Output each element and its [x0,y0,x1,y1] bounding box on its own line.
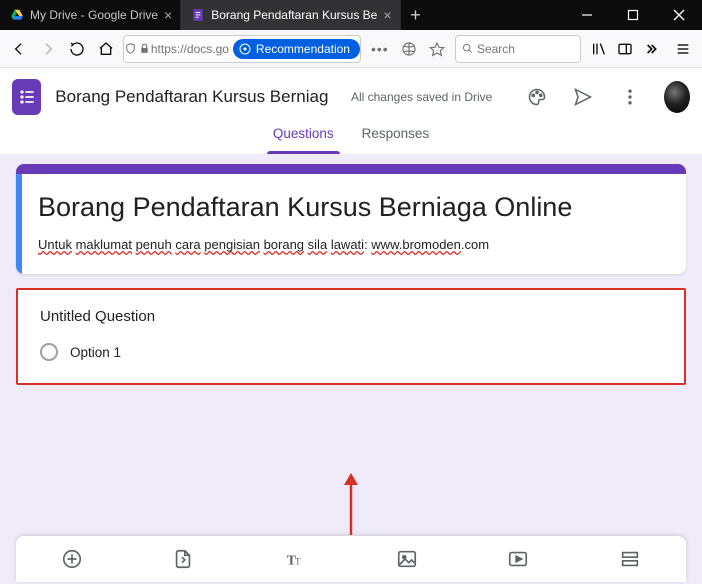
window-controls [564,0,702,30]
browser-tab-drive[interactable]: My Drive - Google Drive × [0,0,181,30]
radio-icon [40,343,58,361]
home-button[interactable] [94,35,119,63]
theme-button[interactable] [520,77,553,117]
add-title-button[interactable]: TT [275,539,315,579]
recommendation-pill[interactable]: Recommendation [233,39,360,59]
toolbar-end [591,41,659,57]
option-row[interactable]: Option 1 [40,343,662,361]
active-card-indicator [16,174,22,274]
close-icon[interactable]: × [383,7,391,23]
search-input[interactable] [477,42,574,56]
browser-titlebar: My Drive - Google Drive × Borang Pendaft… [0,0,702,30]
library-icon[interactable] [591,41,607,57]
minimize-button[interactable] [564,0,610,30]
question-toolbar: TT [16,536,686,582]
annotation-arrow [341,473,361,544]
add-question-button[interactable] [52,539,92,579]
bookmark-star-icon[interactable] [429,41,445,57]
overflow-icon[interactable] [643,41,659,57]
browser-tab-label: My Drive - Google Drive [30,8,158,22]
svg-text:T: T [295,557,301,567]
drive-icon [10,8,24,22]
reader-icon[interactable] [401,41,417,57]
search-icon [462,42,473,55]
app-menu-button[interactable] [671,41,696,57]
back-button[interactable] [6,35,31,63]
question-card[interactable]: Untitled Question Option 1 [16,288,686,385]
forms-header: Borang Pendaftaran Kursus Berniaga Onlin… [0,68,702,126]
send-button[interactable] [567,77,600,117]
lock-icon[interactable] [137,42,150,55]
form-title-input[interactable]: Borang Pendaftaran Kursus Berniaga Onlin… [38,192,664,223]
url-text: https://docs.go [151,42,229,56]
form-description-input[interactable]: Untuk maklumat penuh cara pengisian bora… [38,237,664,252]
recommendation-label: Recommendation [256,42,350,56]
browser-tab-label: Borang Pendaftaran Kursus Be [211,8,377,22]
search-bar[interactable] [455,35,581,63]
form-editor-tabs: Questions Responses [0,126,702,154]
maximize-button[interactable] [610,0,656,30]
question-title-input[interactable]: Untitled Question [40,308,662,325]
add-video-button[interactable] [498,539,538,579]
add-image-button[interactable] [387,539,427,579]
browser-tab-form[interactable]: Borang Pendaftaran Kursus Be × [181,0,400,30]
form-canvas: Borang Pendaftaran Kursus Berniaga Onlin… [0,154,702,584]
reload-button[interactable] [65,35,90,63]
forms-icon [191,8,205,22]
account-avatar[interactable] [664,81,690,113]
page-actions: ••• [371,41,445,57]
close-icon[interactable]: × [164,7,172,23]
ellipsis-icon[interactable]: ••• [371,41,389,57]
forms-home-button[interactable] [12,79,41,115]
shield-icon[interactable] [124,42,137,55]
tab-questions[interactable]: Questions [271,126,336,154]
close-window-button[interactable] [656,0,702,30]
form-header-card[interactable]: Borang Pendaftaran Kursus Berniaga Onlin… [16,164,686,274]
save-status: All changes saved in Drive [351,90,492,104]
import-questions-button[interactable] [163,539,203,579]
document-title[interactable]: Borang Pendaftaran Kursus Berniaga Onlin… [55,87,329,107]
address-bar[interactable]: https://docs.go Recommendation [123,35,361,63]
browser-navbar: https://docs.go Recommendation ••• [0,30,702,68]
new-tab-button[interactable]: + [401,0,431,30]
option-label-input[interactable]: Option 1 [70,345,121,360]
more-button[interactable] [613,77,646,117]
add-section-button[interactable] [610,539,650,579]
forward-button[interactable] [35,35,60,63]
tab-responses[interactable]: Responses [360,126,432,154]
sidebar-icon[interactable] [617,41,633,57]
